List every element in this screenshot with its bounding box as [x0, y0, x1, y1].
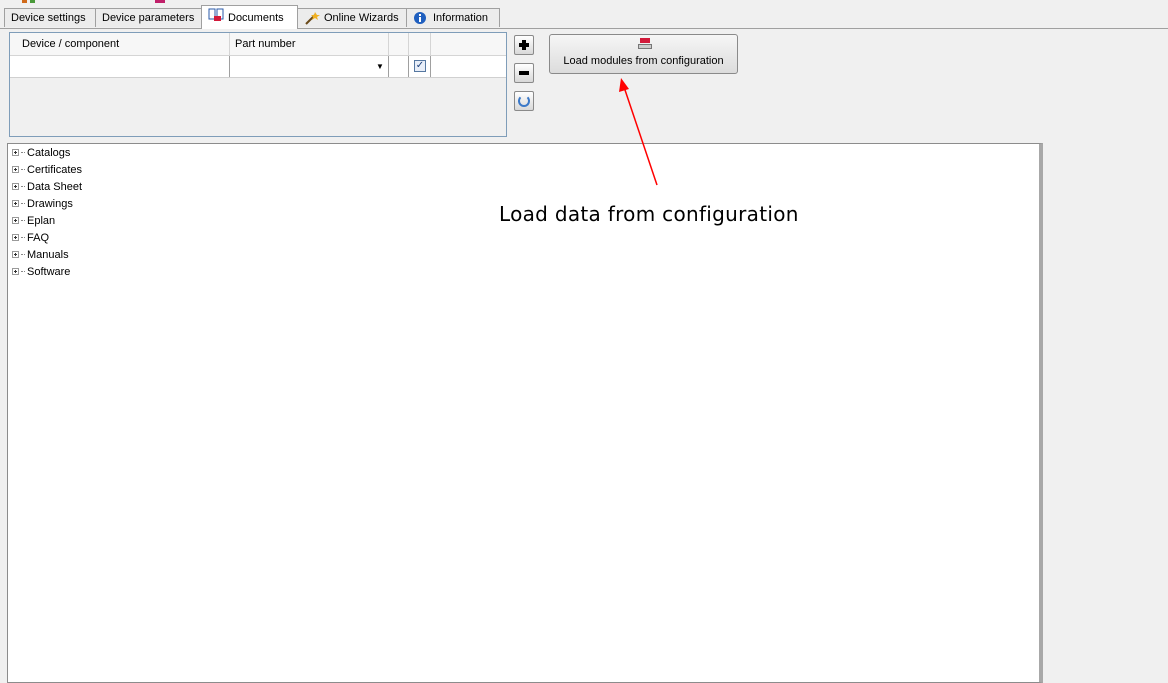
expand-icon[interactable]	[12, 183, 19, 190]
tab-device-settings[interactable]: Device settings	[4, 8, 96, 27]
tree-node-label: Drawings	[27, 197, 73, 210]
column-header-part-number: Part number	[235, 38, 296, 50]
refresh-button[interactable]	[514, 91, 534, 111]
chevron-down-icon[interactable]: ▼	[376, 62, 384, 71]
tab-label: Information	[433, 12, 489, 24]
plus-icon	[519, 40, 529, 50]
remove-row-button[interactable]	[514, 63, 534, 83]
expand-icon[interactable]	[12, 166, 19, 173]
tab-information[interactable]: Information	[406, 8, 500, 27]
device-cell[interactable]	[14, 60, 224, 74]
tree-node-drawings[interactable]: Drawings	[12, 195, 73, 212]
tree-node-label: Eplan	[27, 214, 56, 227]
tree-node-certificates[interactable]: Certificates	[12, 161, 82, 178]
tab-label: Device settings	[11, 12, 86, 24]
load-modules-button[interactable]: Load modules from configuration	[549, 34, 738, 74]
tree-node-eplan[interactable]: Eplan	[12, 212, 55, 229]
tab-online-wizards[interactable]: Online Wizards	[297, 8, 407, 27]
column-divider	[388, 33, 389, 55]
add-row-button[interactable]	[514, 35, 534, 55]
tree-node-catalogs[interactable]: Catalogs	[12, 144, 70, 161]
expand-icon[interactable]	[12, 200, 19, 207]
tree-node-label: Certificates	[27, 163, 83, 176]
expand-icon[interactable]	[12, 251, 19, 258]
column-divider	[430, 56, 431, 77]
column-divider	[408, 56, 409, 77]
tree-node-label: Data Sheet	[27, 180, 83, 193]
tab-label: Online Wizards	[324, 12, 399, 24]
minus-icon	[519, 71, 529, 75]
load-modules-icon	[638, 38, 652, 50]
column-divider	[229, 33, 230, 55]
column-divider	[229, 56, 230, 77]
wand-icon	[304, 11, 320, 25]
tree-node-faq[interactable]: FAQ	[12, 229, 49, 246]
column-divider	[388, 56, 389, 77]
column-divider	[408, 33, 409, 55]
tree-node-manuals[interactable]: Manuals	[12, 246, 69, 263]
expand-icon[interactable]	[12, 268, 19, 275]
info-icon	[413, 11, 429, 25]
tab-device-parameters[interactable]: Device parameters	[95, 8, 202, 27]
expand-icon[interactable]	[12, 149, 19, 156]
load-modules-label: Load modules from configuration	[563, 55, 724, 67]
expand-icon[interactable]	[12, 217, 19, 224]
expand-icon[interactable]	[12, 234, 19, 241]
refresh-icon	[518, 95, 530, 107]
book-icon	[208, 8, 224, 22]
tree-node-software[interactable]: Software	[12, 263, 70, 280]
tab-bar: Device settings Device parameters Docume…	[0, 4, 1168, 29]
tab-label: Device parameters	[102, 12, 195, 24]
part-number-dropdown[interactable]	[232, 59, 382, 74]
tab-documents[interactable]: Documents	[201, 5, 298, 29]
tree-node-label: Manuals	[27, 248, 69, 261]
row-checkbox[interactable]: ✓	[414, 60, 426, 72]
table-row[interactable]: ▼ ✓	[10, 56, 506, 78]
tree-node-label: Catalogs	[27, 146, 71, 159]
column-divider	[430, 33, 431, 55]
annotation-text: Load data from configuration	[499, 202, 799, 226]
tab-label: Documents	[228, 12, 284, 24]
device-table: Device / component Part number ▼ ✓	[9, 32, 507, 137]
tree-node-label: FAQ	[27, 231, 50, 244]
column-header-device: Device / component	[22, 38, 120, 50]
tree-node-label: Software	[27, 265, 71, 278]
table-header: Device / component Part number	[10, 33, 506, 56]
tree-node-data-sheet[interactable]: Data Sheet	[12, 178, 82, 195]
